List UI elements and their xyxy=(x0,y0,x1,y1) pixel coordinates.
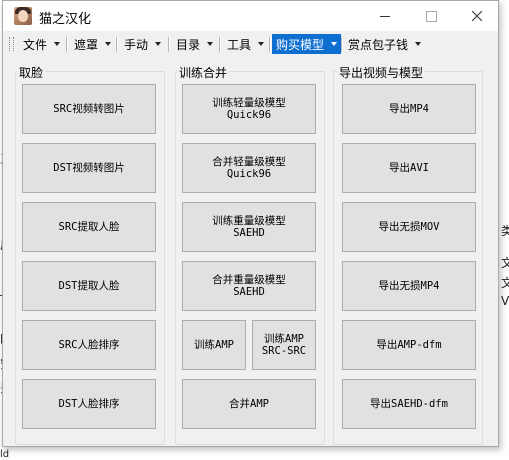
button-label: 训练轻量级模型 xyxy=(212,97,286,109)
bg-fragment: ld xyxy=(0,449,10,460)
menu-separator xyxy=(269,37,271,52)
button-sublabel: SRC-SRC xyxy=(261,345,307,357)
bg-fragment: 类 xyxy=(501,224,509,238)
src-extract-faces-button[interactable]: SRC提取人脸 xyxy=(22,202,156,252)
button-label: 训练AMP xyxy=(194,339,234,351)
export-lossless-mp4-button[interactable]: 导出无损MP4 xyxy=(342,261,476,311)
menu-mask[interactable]: 遮罩 xyxy=(70,34,115,54)
button-label: 训练AMP xyxy=(264,333,304,345)
button-sublabel: SAEHD xyxy=(233,227,265,239)
menu-tools-label: 工具 xyxy=(227,37,252,52)
button-label: SRC提取人脸 xyxy=(58,221,120,233)
maximize-button[interactable] xyxy=(408,1,454,31)
group-export-title: 导出视频与模型 xyxy=(337,64,426,81)
bg-fragment: 文 xyxy=(501,256,509,270)
menu-mask-label: 遮罩 xyxy=(74,37,99,52)
button-label: 导出AMP-dfm xyxy=(376,339,442,351)
toolbar-grip-icon[interactable] xyxy=(9,37,14,51)
export-lossless-mov-button[interactable]: 导出无损MOV xyxy=(342,202,476,252)
src-video-to-images-button[interactable]: SRC视频转图片 xyxy=(22,84,156,134)
app-window: 猫之汉化 文件 遮罩 手动 目录 工具 购买模型 赏点包子钱 取脸 SRC视频转… xyxy=(2,0,499,447)
menu-manual[interactable]: 手动 xyxy=(120,34,165,54)
button-label: 导出AVI xyxy=(389,162,429,174)
button-sublabel: SAEHD xyxy=(233,286,265,298)
menu-manual-label: 手动 xyxy=(124,37,149,52)
bg-fragment: V xyxy=(501,294,509,308)
bg-fragment: 文 xyxy=(501,276,509,290)
minimize-button[interactable] xyxy=(362,1,408,31)
export-saehd-dfm-button[interactable]: 导出SAEHD-dfm xyxy=(342,379,476,429)
chevron-down-icon xyxy=(207,42,214,46)
button-label: SRC人脸排序 xyxy=(58,339,120,351)
train-saehd-button[interactable]: 训练重量级模型 SAEHD xyxy=(182,202,316,252)
button-label: 导出SAEHD-dfm xyxy=(370,398,448,410)
close-icon xyxy=(472,11,482,21)
group-train-title: 训练合并 xyxy=(177,64,230,81)
button-label: 导出无损MP4 xyxy=(378,280,440,292)
menu-file[interactable]: 文件 xyxy=(19,34,64,54)
maximize-icon xyxy=(425,10,437,22)
chevron-down-icon xyxy=(331,42,338,46)
menu-separator xyxy=(168,37,170,52)
button-label: 合并重量级模型 xyxy=(212,274,286,286)
menu-buy-model[interactable]: 购买模型 xyxy=(272,34,342,54)
menu-file-label: 文件 xyxy=(23,37,48,52)
merge-amp-button[interactable]: 合并AMP xyxy=(182,379,316,429)
dst-sort-faces-button[interactable]: DST人脸排序 xyxy=(22,379,156,429)
menu-buy-model-label: 购买模型 xyxy=(276,37,325,52)
button-label: 训练重量级模型 xyxy=(212,215,286,227)
menu-separator xyxy=(66,37,68,52)
merge-saehd-button[interactable]: 合并重量级模型 SAEHD xyxy=(182,261,316,311)
title-bar[interactable]: 猫之汉化 xyxy=(3,1,498,31)
chevron-down-icon xyxy=(155,42,162,46)
button-label: SRC视频转图片 xyxy=(53,103,125,115)
menu-directory[interactable]: 目录 xyxy=(172,34,217,54)
button-sublabel: Quick96 xyxy=(226,168,272,180)
button-label: DST提取人脸 xyxy=(58,280,120,292)
chevron-down-icon xyxy=(54,42,61,46)
menu-separator xyxy=(219,37,221,52)
train-amp-button[interactable]: 训练AMP xyxy=(182,320,246,370)
button-label: 合并AMP xyxy=(229,398,269,410)
group-face-title: 取脸 xyxy=(17,64,46,81)
export-avi-button[interactable]: 导出AVI xyxy=(342,143,476,193)
window-title: 猫之汉化 xyxy=(39,12,92,27)
export-mp4-button[interactable]: 导出MP4 xyxy=(342,84,476,134)
button-label: 导出MP4 xyxy=(389,103,429,115)
train-quick96-button[interactable]: 训练轻量级模型 Quick96 xyxy=(182,84,316,134)
chevron-down-icon xyxy=(258,42,265,46)
chevron-down-icon xyxy=(105,42,112,46)
button-label: 合并轻量级模型 xyxy=(212,156,286,168)
group-export: 导出视频与模型 导出MP4 导出AVI 导出无损MOV 导出无损MP4 导出AM… xyxy=(333,64,483,445)
menu-separator xyxy=(341,37,343,52)
menu-tools[interactable]: 工具 xyxy=(223,34,268,54)
group-train-merge: 训练合并 训练轻量级模型 Quick96 合并轻量级模型 Quick96 训练重量级… xyxy=(175,64,325,445)
button-sublabel: Quick96 xyxy=(226,109,272,121)
merge-quick96-button[interactable]: 合并轻量级模型 Quick96 xyxy=(182,143,316,193)
menu-separator xyxy=(116,37,118,52)
menu-bar: 文件 遮罩 手动 目录 工具 购买模型 赏点包子钱 xyxy=(3,32,498,56)
dst-extract-faces-button[interactable]: DST提取人脸 xyxy=(22,261,156,311)
menu-donate-label: 赏点包子钱 xyxy=(348,37,409,52)
train-amp-src-src-button[interactable]: 训练AMP SRC-SRC xyxy=(252,320,316,370)
menu-donate[interactable]: 赏点包子钱 xyxy=(344,34,425,54)
group-face-extraction: 取脸 SRC视频转图片 DST视频转图片 SRC提取人脸 DST提取人脸 SRC… xyxy=(15,64,165,445)
app-avatar-icon xyxy=(14,7,32,25)
menu-directory-label: 目录 xyxy=(176,37,201,52)
src-sort-faces-button[interactable]: SRC人脸排序 xyxy=(22,320,156,370)
export-amp-dfm-button[interactable]: 导出AMP-dfm xyxy=(342,320,476,370)
chevron-down-icon xyxy=(415,42,422,46)
close-button[interactable] xyxy=(454,1,500,31)
button-label: DST人脸排序 xyxy=(58,398,120,410)
dst-video-to-images-button[interactable]: DST视频转图片 xyxy=(22,143,156,193)
button-label: DST视频转图片 xyxy=(53,162,125,174)
button-label: 导出无损MOV xyxy=(378,221,440,233)
minimize-icon xyxy=(380,15,390,17)
